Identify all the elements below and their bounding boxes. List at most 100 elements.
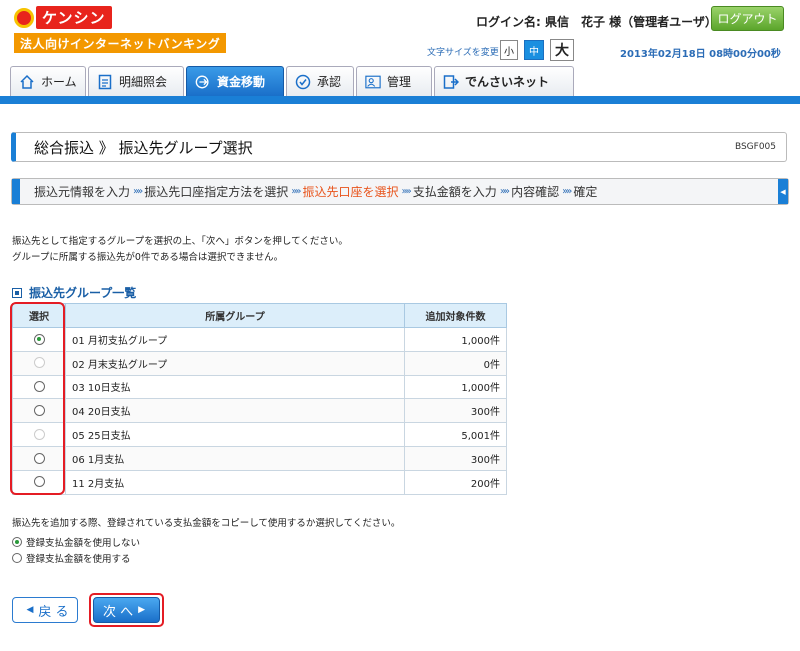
select-cell — [12, 350, 66, 376]
group-name: 11 2月支払 — [65, 469, 405, 495]
select-cell — [12, 374, 66, 400]
step-separator-icon: »» — [499, 186, 510, 197]
group-name: 02 月末支払グループ — [65, 350, 405, 376]
group-name: 03 10日支払 — [65, 374, 405, 400]
group-list-title: 振込先グループ一覧 — [29, 286, 137, 300]
nav-densai-net-label: でんさいネット — [465, 75, 550, 89]
step-select-account-current: 振込先口座を選択 — [302, 185, 399, 199]
select-cell — [12, 327, 66, 352]
home-icon — [19, 74, 35, 90]
header-group: 所属グループ — [65, 303, 405, 328]
copy-option-label: 登録支払金額を使用しない — [26, 538, 141, 549]
logout-button[interactable]: ログアウト — [711, 6, 784, 31]
nav-home-label: ホーム — [41, 75, 77, 89]
select-cell — [12, 445, 66, 471]
nav-underline-bar — [0, 96, 800, 104]
table-row: 03 10日支払 1,000件 — [12, 374, 507, 400]
nav-fund-transfer-label: 資金移動 — [217, 75, 266, 89]
group-radio[interactable] — [33, 405, 45, 417]
nav-statements[interactable]: 明細照会 — [88, 66, 184, 96]
nav-approval[interactable]: 承認 — [286, 66, 354, 96]
screen-code: BSGF005 — [734, 142, 776, 152]
instructions: 振込先として指定するグループを選択の上、「次へ」ボタンを押してください。 グルー… — [12, 234, 348, 266]
next-button[interactable]: 次 へ ▶ — [93, 597, 160, 623]
document-icon — [97, 74, 113, 90]
back-button-label: 戻 る — [38, 604, 69, 620]
step-separator-icon: »» — [291, 186, 301, 197]
login-name: ログイン名: 県信 花子 様（管理者ユーザ） — [476, 15, 717, 29]
group-radio-disabled — [33, 357, 45, 369]
select-cell — [12, 469, 66, 495]
select-cell — [12, 422, 66, 447]
group-name: 06 1月支払 — [65, 445, 405, 471]
group-count: 1,000件 — [404, 327, 507, 352]
step-account-method: 振込先口座指定方法を選択 — [144, 185, 289, 199]
table-header-row: 選択 所属グループ 追加対象件数 — [12, 303, 507, 328]
font-size-large-button[interactable]: 大 — [550, 39, 574, 61]
table-row: 04 20日支払 300件 — [12, 398, 507, 424]
instruction-line: グループに所属する振込先が0件である場合は選択できません。 — [12, 252, 284, 263]
copy-option-radio[interactable] — [12, 553, 22, 563]
step-complete: 確定 — [573, 185, 598, 199]
step-separator-icon: »» — [133, 186, 143, 197]
step-confirm: 内容確認 — [511, 185, 560, 199]
copy-option-yes[interactable]: 登録支払金額を使用する — [12, 551, 131, 565]
select-cell — [12, 398, 66, 424]
check-icon — [295, 74, 311, 90]
group-count: 300件 — [404, 445, 507, 471]
next-arrow-icon: ▶ — [138, 605, 146, 615]
nav-densai-net[interactable]: でんさいネット — [434, 66, 574, 96]
table-row: 01 月初支払グループ 1,000件 — [12, 327, 507, 352]
section-bullet-icon — [12, 287, 22, 298]
group-list-heading: 振込先グループ一覧 — [12, 284, 136, 301]
nav-fund-transfer[interactable]: 資金移動 — [186, 66, 284, 96]
group-count: 5,001件 — [404, 422, 507, 447]
nav-approval-label: 承認 — [317, 75, 342, 89]
table-row: 05 25日支払 5,001件 — [12, 422, 507, 447]
bank-name: ケンシン — [36, 6, 112, 29]
bank-logo: ケンシン 法人向けインターネットバンキング — [14, 6, 227, 53]
group-count: 200件 — [404, 469, 507, 495]
page-title: 総合振込 》 振込先グループ選択 — [34, 138, 253, 157]
group-radio[interactable] — [33, 381, 45, 393]
nav-management[interactable]: 管理 — [356, 66, 432, 96]
step-source-info: 振込元情報を入力 — [34, 185, 131, 199]
nav-home[interactable]: ホーム — [10, 66, 86, 96]
instruction-line: 振込先として指定するグループを選択の上、「次へ」ボタンを押してください。 — [12, 236, 348, 247]
group-name: 05 25日支払 — [65, 422, 405, 447]
group-count: 1,000件 — [404, 374, 507, 400]
steps-left-edge — [12, 179, 20, 204]
group-table: 選択 所属グループ 追加対象件数 01 月初支払グループ 1,000件 02 月… — [12, 303, 507, 495]
table-row: 02 月末支払グループ 0件 — [12, 350, 507, 376]
group-radio[interactable] — [33, 333, 45, 345]
step-payment-amount: 支払金額を入力 — [412, 185, 497, 199]
header-count: 追加対象件数 — [404, 303, 507, 328]
nav-statements-label: 明細照会 — [119, 75, 168, 89]
page-title-box: 総合振込 》 振込先グループ選択 BSGF005 — [11, 132, 787, 162]
group-radio[interactable] — [33, 476, 45, 488]
group-radio-disabled — [33, 428, 45, 440]
font-size-small-button[interactable]: 小 — [500, 40, 518, 60]
nav-management-label: 管理 — [387, 75, 412, 89]
header-select: 選択 — [12, 303, 66, 328]
group-radio[interactable] — [33, 452, 45, 464]
copy-option-no[interactable]: 登録支払金額を使用しない — [12, 535, 140, 549]
font-size-label: 文字サイズを変更 — [427, 48, 499, 58]
next-button-label: 次 へ — [102, 604, 134, 620]
back-button[interactable]: ◀ 戻 る — [12, 597, 78, 623]
step-separator-icon: »» — [401, 186, 412, 197]
bank-logo-mark-icon — [14, 7, 34, 28]
step-separator-icon: »» — [562, 186, 572, 197]
group-count: 300件 — [404, 398, 507, 424]
steps-scroll-icon: ◀ — [778, 179, 788, 204]
back-arrow-icon: ◀ — [26, 605, 34, 615]
progress-steps: 振込元情報を入力 »» 振込先口座指定方法を選択 »» 振込先口座を選択 »» … — [11, 178, 789, 205]
group-name: 04 20日支払 — [65, 398, 405, 424]
current-datetime: 2013年02月18日 08時00分00秒 — [620, 49, 781, 60]
transfer-icon — [195, 74, 211, 90]
user-manage-icon — [365, 74, 381, 90]
copy-option-label: 登録支払金額を使用する — [26, 554, 131, 565]
densai-icon — [443, 74, 459, 90]
copy-option-radio[interactable] — [12, 537, 22, 547]
font-size-medium-button[interactable]: 中 — [524, 40, 544, 60]
